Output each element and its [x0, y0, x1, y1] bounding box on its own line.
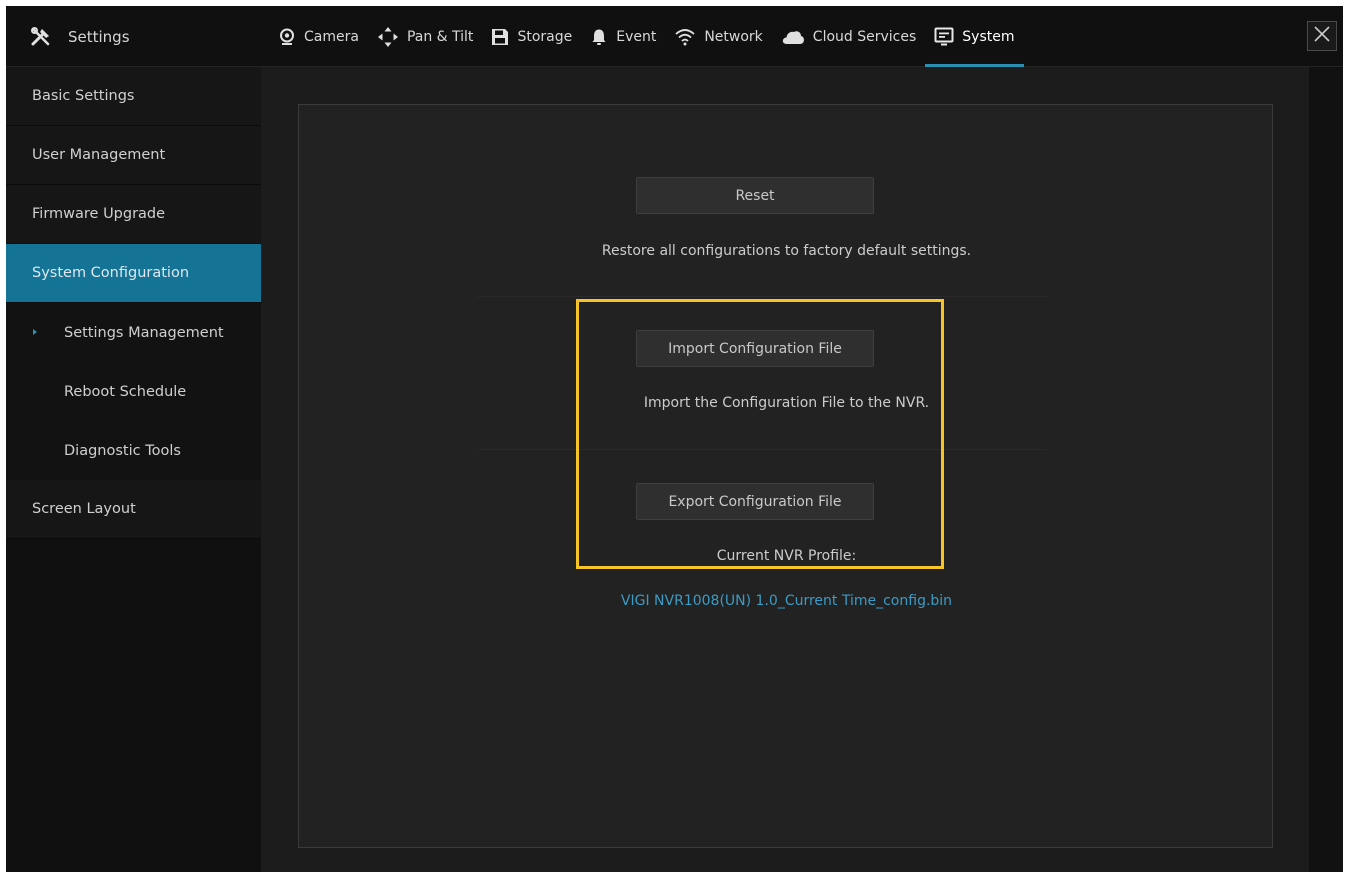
sidebar-item-user-management[interactable]: User Management — [6, 126, 261, 185]
settings-title: Settings — [68, 27, 130, 46]
tab-event[interactable]: Event — [581, 6, 665, 67]
tab-label: Cloud Services — [812, 28, 917, 45]
tab-label: Event — [616, 28, 657, 45]
camera-icon — [278, 28, 296, 46]
sidebar-item-label: Diagnostic Tools — [64, 442, 181, 459]
pan-tilt-icon — [377, 26, 399, 48]
tab-label: System — [962, 28, 1015, 45]
tab-camera[interactable]: Camera — [269, 6, 368, 67]
reset-description: Restore all configurations to factory de… — [601, 243, 972, 259]
settings-management-panel: Reset Restore all configurations to fact… — [298, 104, 1273, 848]
tab-label: Pan & Tilt — [406, 28, 474, 45]
sidebar-item-label: Firmware Upgrade — [32, 206, 166, 222]
divider — [478, 449, 1047, 450]
sidebar-item-label: Screen Layout — [32, 501, 136, 517]
bell-icon — [590, 28, 608, 46]
right-edge-strip — [1309, 67, 1343, 872]
close-icon — [1314, 26, 1330, 46]
tab-label: Storage — [517, 28, 573, 45]
import-config-button[interactable]: Import Configuration File — [636, 330, 874, 367]
sidebar-item-label: System Configuration — [32, 265, 190, 281]
nvr-settings-window: Settings Camera Pan & Tilt Storage Event… — [6, 6, 1343, 872]
sidebar-item-label: User Management — [32, 147, 166, 163]
main-content: Reset Restore all configurations to fact… — [261, 67, 1309, 872]
sidebar: Basic Settings User Management Firmware … — [6, 67, 261, 872]
main-tabs: Camera Pan & Tilt Storage Event Network … — [269, 6, 1024, 67]
sidebar-subitem-reboot-schedule[interactable]: Reboot Schedule — [6, 362, 261, 421]
tab-label: Camera — [304, 28, 359, 45]
tab-storage[interactable]: Storage — [482, 6, 581, 67]
wifi-icon — [674, 28, 696, 46]
divider — [478, 296, 1047, 297]
sidebar-item-screen-layout[interactable]: Screen Layout — [6, 480, 261, 539]
tab-pan-tilt[interactable]: Pan & Tilt — [368, 6, 482, 67]
top-nav-bar: Settings Camera Pan & Tilt Storage Event… — [6, 6, 1343, 67]
sidebar-subitem-diagnostic-tools[interactable]: Diagnostic Tools — [6, 421, 261, 480]
sidebar-item-system-configuration[interactable]: System Configuration — [6, 244, 261, 303]
profile-file-link[interactable]: VIGI NVR1008(UN) 1.0_Current Time_config… — [299, 593, 1274, 609]
sidebar-item-label: Settings Management — [64, 324, 224, 341]
sidebar-subitem-settings-management[interactable]: Settings Management — [6, 303, 261, 362]
tab-system[interactable]: System — [925, 6, 1024, 67]
export-config-button[interactable]: Export Configuration File — [636, 483, 874, 520]
reset-button[interactable]: Reset — [636, 177, 874, 214]
monitor-icon — [934, 27, 954, 47]
sidebar-item-basic-settings[interactable]: Basic Settings — [6, 67, 261, 126]
storage-icon — [491, 28, 509, 46]
settings-brand: Settings — [30, 6, 130, 67]
cloud-icon — [781, 29, 805, 45]
current-profile-label: Current NVR Profile: — [716, 548, 857, 564]
sidebar-item-firmware-upgrade[interactable]: Firmware Upgrade — [6, 185, 261, 244]
caret-right-icon — [33, 329, 37, 335]
tools-icon — [30, 26, 52, 48]
tab-network[interactable]: Network — [665, 6, 771, 67]
sidebar-item-label: Basic Settings — [32, 88, 135, 104]
close-button[interactable] — [1307, 21, 1337, 51]
sidebar-item-label: Reboot Schedule — [64, 383, 187, 400]
import-description: Import the Configuration File to the NVR… — [643, 395, 930, 411]
tab-label: Network — [704, 28, 763, 45]
tab-cloud-services[interactable]: Cloud Services — [772, 6, 925, 67]
